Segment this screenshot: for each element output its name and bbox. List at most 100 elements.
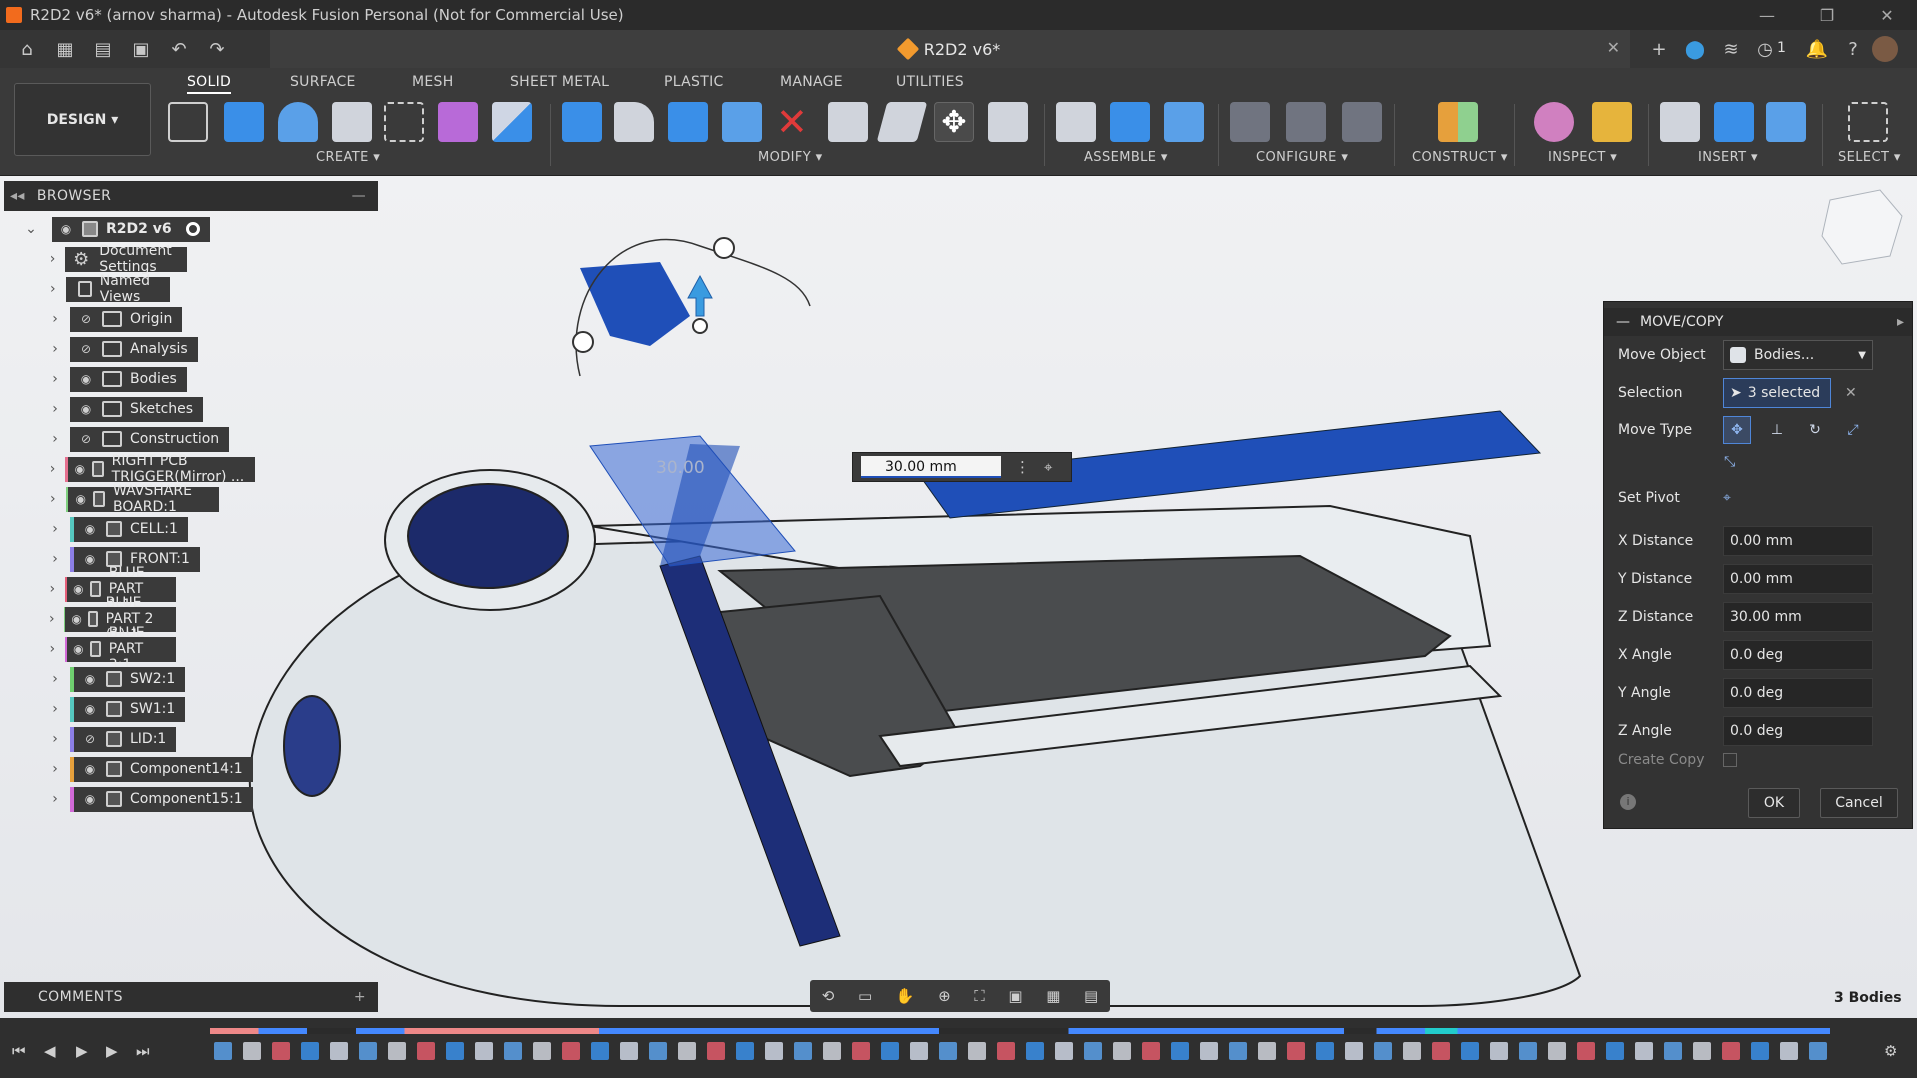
point-to-position-icon[interactable]: ⤡ xyxy=(1724,454,1735,470)
add-comment-icon[interactable]: + xyxy=(354,989,366,1005)
pan-hand-icon[interactable]: ✋ xyxy=(896,987,915,1005)
group-select[interactable]: SELECT ▾ xyxy=(1838,150,1901,165)
tab-solid[interactable]: SOLID xyxy=(187,74,232,94)
revolve-icon[interactable] xyxy=(278,102,318,142)
workspace-switcher[interactable]: DESIGN ▾ xyxy=(14,83,151,156)
timeline-feature-icon[interactable] xyxy=(1316,1042,1334,1060)
chevron-right-icon[interactable]: › xyxy=(48,611,56,627)
transform-field-input[interactable]: 0.0 deg xyxy=(1723,640,1873,670)
timeline-feature-icon[interactable] xyxy=(272,1042,290,1060)
timeline-feature-icon[interactable] xyxy=(1113,1042,1131,1060)
selection-field[interactable]: ➤ 3 selected xyxy=(1723,378,1831,408)
move-manipulator-plane[interactable] xyxy=(580,262,690,346)
hidden-eye-icon[interactable]: ⊘ xyxy=(80,732,100,746)
visibility-eye-icon[interactable]: ◉ xyxy=(80,792,100,806)
timeline-feature-icon[interactable] xyxy=(591,1042,609,1060)
browser-item[interactable]: › ⊘ Analysis xyxy=(48,336,198,362)
timeline-feature-icon[interactable] xyxy=(504,1042,522,1060)
timeline-feature-icon[interactable] xyxy=(1780,1042,1798,1060)
transform-field-input[interactable]: 0.0 deg xyxy=(1723,678,1873,708)
view-cube[interactable] xyxy=(1821,189,1903,265)
timeline-feature-icon[interactable] xyxy=(852,1042,870,1060)
chamfer-icon[interactable] xyxy=(668,102,708,142)
extension-icon[interactable]: ⬤ xyxy=(1682,36,1708,62)
timeline-feature-icon[interactable] xyxy=(1519,1042,1537,1060)
group-configure[interactable]: CONFIGURE ▾ xyxy=(1256,150,1348,165)
configure-table-icon[interactable] xyxy=(1286,102,1326,142)
timeline-feature-icon[interactable] xyxy=(1229,1042,1247,1060)
visibility-eye-icon[interactable]: ◉ xyxy=(73,642,84,656)
display-settings-icon[interactable]: ▣ xyxy=(1008,987,1022,1005)
timeline-feature-icon[interactable] xyxy=(1693,1042,1711,1060)
restore-icon[interactable]: ❐ xyxy=(1802,0,1852,30)
new-component-icon[interactable] xyxy=(438,102,478,142)
timeline-prev-icon[interactable]: ◀ xyxy=(44,1042,56,1060)
timeline-feature-icon[interactable] xyxy=(968,1042,986,1060)
pivot-icon[interactable]: ⌖ xyxy=(1044,458,1052,476)
configure-icon[interactable] xyxy=(1230,102,1270,142)
timeline-feature-icon[interactable] xyxy=(1374,1042,1392,1060)
fillet-icon[interactable] xyxy=(614,102,654,142)
timeline-feature-icon[interactable] xyxy=(707,1042,725,1060)
job-status-icon[interactable]: ◷ xyxy=(1752,36,1778,62)
timeline-feature-icon[interactable] xyxy=(330,1042,348,1060)
timeline-feature-icon[interactable] xyxy=(1055,1042,1073,1060)
timeline-feature-icon[interactable] xyxy=(388,1042,406,1060)
visibility-eye-icon[interactable]: ◉ xyxy=(74,492,87,506)
timeline-feature-icon[interactable] xyxy=(1258,1042,1276,1060)
timeline-feature-icon[interactable] xyxy=(1026,1042,1044,1060)
tab-surface[interactable]: SURFACE xyxy=(290,74,356,90)
browser-item[interactable]: › ◉ Component14:1 xyxy=(48,756,253,782)
grid-icon[interactable]: ▦ xyxy=(1046,987,1060,1005)
timeline-end-icon[interactable]: ⏭ xyxy=(136,1042,150,1060)
redo-icon[interactable]: ↷ xyxy=(204,36,230,62)
timeline-feature-icon[interactable] xyxy=(214,1042,232,1060)
timeline-feature-icon[interactable] xyxy=(1084,1042,1102,1060)
online-status-icon[interactable]: ≋ xyxy=(1718,36,1744,62)
timeline-feature-icon[interactable] xyxy=(1432,1042,1450,1060)
browser-root[interactable]: ⌄ ◉ R2D2 v6 xyxy=(24,216,210,242)
chevron-right-icon[interactable]: › xyxy=(48,281,58,297)
move-object-select[interactable]: Bodies... ▼ xyxy=(1723,340,1873,370)
translate-icon[interactable]: ⊥ xyxy=(1763,416,1791,444)
timeline-feature-icon[interactable] xyxy=(765,1042,783,1060)
select-box-icon[interactable] xyxy=(1848,102,1888,142)
timeline-feature-icon[interactable] xyxy=(910,1042,928,1060)
timeline-feature-icon[interactable] xyxy=(1142,1042,1160,1060)
browser-item-box[interactable]: ◉ RIGHT PCB TRIGGER(Mirror) ... xyxy=(65,453,255,485)
browser-root-label-box[interactable]: ◉ R2D2 v6 xyxy=(52,216,210,242)
chevron-right-icon[interactable]: › xyxy=(48,581,57,597)
rotate-icon[interactable]: ↻ xyxy=(1801,416,1829,444)
group-assemble[interactable]: ASSEMBLE ▾ xyxy=(1084,150,1168,165)
transform-field-input[interactable]: 0.0 deg xyxy=(1723,716,1873,746)
shell-icon[interactable] xyxy=(722,102,762,142)
browser-item-box[interactable]: ◉ Component14:1 xyxy=(70,756,253,782)
visibility-eye-icon[interactable]: ◉ xyxy=(80,702,100,716)
transform-field-input[interactable]: 0.00 mm xyxy=(1723,526,1873,556)
timeline-feature-icon[interactable] xyxy=(939,1042,957,1060)
browser-item[interactable]: › ◉ BLUE PART 3:1 xyxy=(48,625,176,673)
as-built-joint-icon[interactable] xyxy=(1110,102,1150,142)
browser-item[interactable]: › ◉ Component15:1 xyxy=(48,786,253,812)
visibility-eye-icon[interactable]: ◉ xyxy=(73,582,84,596)
chevron-right-icon[interactable]: › xyxy=(48,341,62,357)
viewports-icon[interactable]: ▤ xyxy=(1084,987,1098,1005)
browser-item-box[interactable]: ◉ CELL:1 xyxy=(70,516,188,542)
timeline-feature-icon[interactable] xyxy=(475,1042,493,1060)
transform-field-input[interactable]: 0.00 mm xyxy=(1723,564,1873,594)
group-construct[interactable]: CONSTRUCT ▾ xyxy=(1412,150,1508,165)
timeline-feature-icon[interactable] xyxy=(243,1042,261,1060)
chevron-right-icon[interactable]: › xyxy=(48,371,62,387)
move-copy-icon[interactable]: ✥ xyxy=(934,102,974,142)
timeline-play-icon[interactable]: ▶ xyxy=(76,1042,88,1060)
help-icon[interactable]: ? xyxy=(1840,36,1866,62)
chevron-right-icon[interactable]: › xyxy=(48,461,57,477)
timeline-feature-icon[interactable] xyxy=(620,1042,638,1060)
expand-dialog-icon[interactable]: ▸ xyxy=(1897,314,1904,330)
timeline-feature-icon[interactable] xyxy=(1171,1042,1189,1060)
browser-item-box[interactable]: ◉ WAVSHARE BOARD:1 xyxy=(65,483,219,515)
joint-origin-icon[interactable] xyxy=(1164,102,1204,142)
timeline-settings-gear-icon[interactable]: ⚙ xyxy=(1884,1042,1897,1060)
interference-icon[interactable] xyxy=(1534,102,1574,142)
browser-item-box[interactable]: ◉ Bodies xyxy=(70,366,187,392)
